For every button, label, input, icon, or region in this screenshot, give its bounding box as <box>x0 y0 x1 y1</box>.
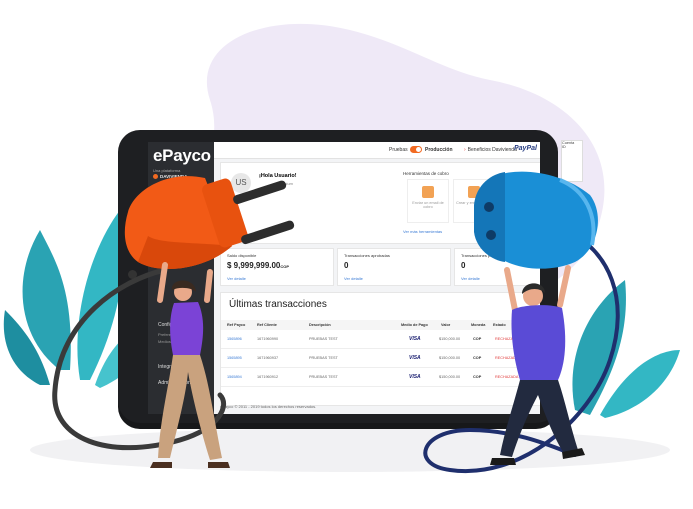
illustration <box>52 171 620 474</box>
blue-plug-icon <box>474 171 598 269</box>
orange-plug-icon <box>124 176 295 269</box>
man-figure <box>490 265 585 465</box>
